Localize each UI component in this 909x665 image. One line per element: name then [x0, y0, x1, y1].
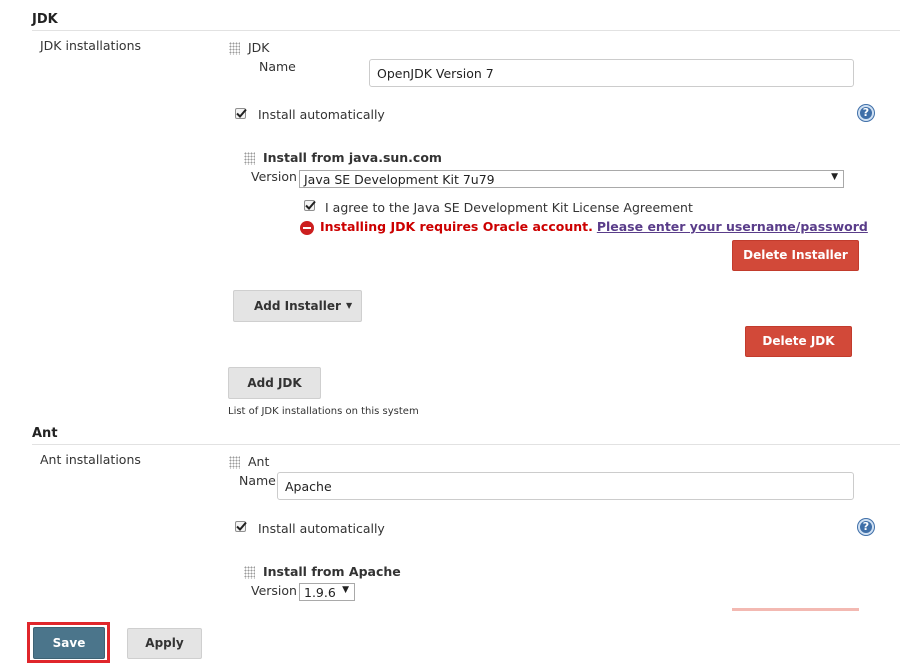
drag-handle-icon[interactable] [229, 42, 240, 55]
delete-installer-button[interactable]: Delete Installer [732, 240, 859, 271]
ant-section-divider [32, 444, 900, 445]
help-icon[interactable]: ? [858, 105, 874, 121]
chevron-down-icon: ▼ [342, 585, 349, 595]
jdk-version-select[interactable]: Java SE Development Kit 7u79 ▼ [299, 170, 844, 188]
chevron-down-icon: ▼ [831, 172, 838, 182]
oracle-account-error-text: Installing JDK requires Oracle account. [320, 219, 593, 234]
error-icon [300, 221, 314, 235]
ant-installer-title: Install from Apache [263, 564, 401, 579]
ant-name-input[interactable] [277, 472, 854, 500]
ant-delete-installer-button-edge [732, 608, 859, 611]
jdk-install-automatically-checkbox[interactable] [235, 108, 247, 119]
chevron-down-icon: ▼ [346, 301, 353, 310]
jdk-installations-label: JDK installations [40, 38, 142, 53]
drag-handle-icon[interactable] [244, 152, 255, 165]
add-jdk-button[interactable]: Add JDK [228, 367, 321, 399]
checkmark-icon [305, 200, 316, 210]
drag-handle-icon[interactable] [244, 566, 255, 579]
jdk-name-label: Name [259, 59, 296, 74]
ant-install-automatically-label: Install automatically [258, 521, 385, 536]
jdk-version-label: Version [251, 169, 297, 184]
jdk-installer-title: Install from java.sun.com [263, 150, 442, 165]
jdk-install-automatically-label: Install automatically [258, 107, 385, 122]
jdk-license-agree-label: I agree to the Java SE Development Kit L… [325, 200, 693, 215]
add-installer-label: Add Installer [254, 299, 341, 313]
ant-item-title: Ant [248, 454, 270, 469]
checkmark-icon [236, 108, 247, 118]
jdk-section-divider [32, 30, 900, 31]
jdk-section-header: JDK [32, 12, 58, 27]
jdk-item-title: JDK [248, 40, 270, 55]
ant-name-label: Name [239, 473, 276, 488]
jdk-name-input[interactable] [369, 59, 854, 87]
ant-install-automatically-checkbox[interactable] [235, 521, 247, 532]
ant-installations-label: Ant installations [40, 452, 141, 467]
oracle-credentials-link[interactable]: Please enter your username/password [597, 219, 868, 234]
add-installer-button[interactable]: Add Installer ▼ [233, 290, 362, 322]
ant-version-label: Version [251, 583, 297, 598]
jdk-version-value: Java SE Development Kit 7u79 [304, 172, 495, 187]
delete-jdk-button[interactable]: Delete JDK [745, 326, 852, 357]
jdk-installations-hint: List of JDK installations on this system [228, 406, 419, 417]
drag-handle-icon[interactable] [229, 456, 240, 469]
help-icon[interactable]: ? [858, 519, 874, 535]
ant-version-value: 1.9.6 [304, 585, 336, 600]
oracle-account-error: Installing JDK requires Oracle account. … [320, 219, 868, 234]
checkmark-icon [236, 521, 247, 531]
ant-version-select[interactable]: 1.9.6 ▼ [299, 583, 355, 601]
ant-section-header: Ant [32, 426, 58, 441]
apply-button[interactable]: Apply [127, 628, 202, 659]
save-button[interactable]: Save [33, 627, 105, 659]
jdk-license-agree-checkbox[interactable] [304, 200, 316, 211]
